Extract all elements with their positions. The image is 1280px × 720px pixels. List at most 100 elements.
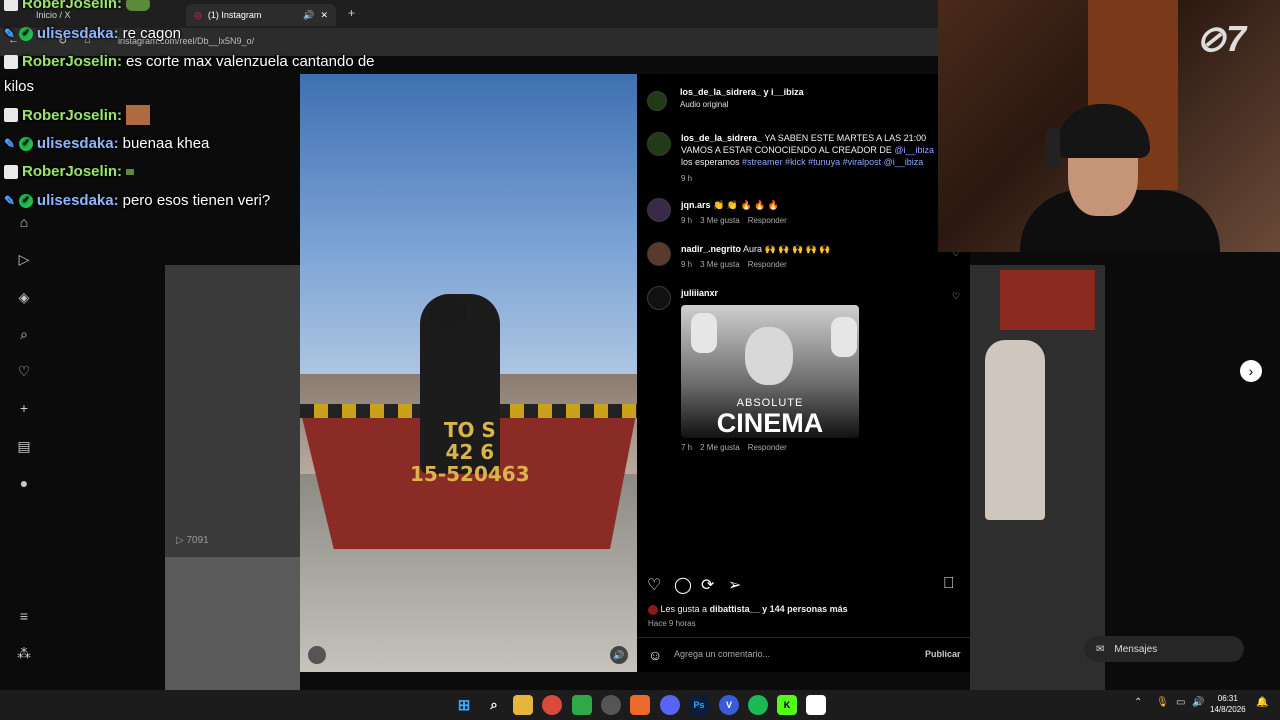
messages-icon: ✉ xyxy=(1096,643,1105,655)
bookmark-icon[interactable]: ⎕ xyxy=(944,575,954,593)
microphone-icon[interactable]: 🎙 xyxy=(1156,697,1169,708)
meme-text-line2: CINEMA xyxy=(716,408,824,438)
comment-avatar[interactable] xyxy=(647,198,671,222)
chat-message: RoberJoselin: es corte max valenzuela can… xyxy=(4,53,375,70)
likes-count[interactable]: y 144 personas más xyxy=(762,604,848,614)
comment-like-icon[interactable]: ♡ xyxy=(952,291,960,302)
home-icon[interactable]: ⌂ xyxy=(14,212,34,232)
vpn-icon[interactable]: V xyxy=(719,695,739,715)
reply-button[interactable]: Responder xyxy=(748,260,787,269)
emoji-icon[interactable]: ☺ xyxy=(648,647,662,663)
next-reel-button[interactable]: › xyxy=(1240,360,1262,382)
chrome-icon[interactable] xyxy=(542,695,562,715)
mod-badge-icon xyxy=(4,54,18,69)
caption-mention[interactable]: @i__ibiza xyxy=(894,145,934,155)
capcut-icon[interactable] xyxy=(806,695,826,715)
dumpster-text-line: 42 6 xyxy=(445,440,495,464)
chat-message: RoberJoselin: xyxy=(4,163,135,180)
comment-avatar[interactable] xyxy=(647,286,671,310)
clock-date: 14/8/2026 xyxy=(1210,705,1246,714)
emote-icon xyxy=(126,168,135,175)
publish-button[interactable]: Publicar xyxy=(925,649,961,659)
tab-audio-icon[interactable]: 🔊 xyxy=(303,10,314,21)
reels-icon[interactable]: ▷ xyxy=(14,249,34,269)
new-tab-button[interactable]: + xyxy=(348,6,355,20)
comment-avatar[interactable] xyxy=(647,242,671,266)
dumpster-text: TO S 42 6 15-520463 xyxy=(410,419,530,485)
liker-avatar xyxy=(648,604,658,615)
meme-hand xyxy=(831,317,857,357)
tray-chevron-icon[interactable]: ⌃ xyxy=(1134,697,1142,708)
mod-badge-icon xyxy=(4,0,18,11)
file-explorer-icon[interactable] xyxy=(513,695,533,715)
brave-icon[interactable] xyxy=(630,695,650,715)
menu-icon[interactable]: ≡ xyxy=(14,606,34,626)
chat-username: RoberJoselin: xyxy=(22,106,123,124)
post-author[interactable]: los_de_la_sidrera_ y i__ibiza xyxy=(680,87,804,97)
search-icon[interactable]: ⌕ xyxy=(14,324,34,344)
photoshop-icon[interactable]: Ps xyxy=(689,695,709,715)
chat-username: RoberJoselin: xyxy=(22,163,123,180)
comment-likes[interactable]: 3 Me gusta xyxy=(700,260,740,269)
profile-icon[interactable]: ● xyxy=(14,473,34,493)
play-icon: ▷ xyxy=(176,535,187,546)
caption-username[interactable]: los_de_la_sidrera_ xyxy=(681,133,762,143)
comment-icon[interactable]: ◯ xyxy=(674,575,692,595)
network-icon[interactable]: ▭ xyxy=(1176,697,1185,708)
comment-body: nadir_.negrito Aura 🙌 🙌 🙌 🙌 🙌 xyxy=(681,243,831,255)
heart-icon[interactable]: ♡ xyxy=(14,361,34,381)
kick-icon[interactable]: K xyxy=(777,695,797,715)
divider xyxy=(637,637,970,638)
share-icon[interactable]: ➢ xyxy=(728,575,741,595)
mod-badge-icon xyxy=(4,108,18,122)
feed-tile-left-2[interactable] xyxy=(165,557,300,690)
audio-label[interactable]: Audio original xyxy=(680,100,728,109)
verified-badge-icon: ✓ xyxy=(18,193,33,208)
create-icon[interactable]: + xyxy=(14,398,34,418)
chat-username: RoberJoselin: xyxy=(22,53,123,70)
comment-username[interactable]: juliiianxr xyxy=(681,288,718,298)
messages-button[interactable]: ✉ Mensajes xyxy=(1084,636,1244,662)
like-heart-icon[interactable]: ♡ xyxy=(647,575,661,595)
chat-message: RoberJoselin: xyxy=(4,105,151,125)
comment-likes[interactable]: 2 Me gusta xyxy=(700,443,740,452)
volume-icon[interactable]: 🔊 xyxy=(610,646,628,664)
discord-icon[interactable] xyxy=(660,695,680,715)
windows-start-icon[interactable]: ⊞ xyxy=(454,695,474,715)
view-count: ▷ 7091 xyxy=(176,535,209,546)
comment-gif[interactable]: ABSOLUTE CINEMA xyxy=(681,305,859,438)
comment-input[interactable]: Agrega un comentario... xyxy=(674,649,770,659)
comment-username[interactable]: nadir_.negrito xyxy=(681,244,741,254)
reply-button[interactable]: Responder xyxy=(748,443,787,452)
obs-icon[interactable] xyxy=(601,695,621,715)
comment-body: jqn.ars 👏 👏 🔥 🔥 🔥 xyxy=(681,199,779,211)
reply-button[interactable]: Responder xyxy=(748,216,787,225)
poster-image xyxy=(1000,270,1095,330)
apps-icon[interactable]: ⁂ xyxy=(14,643,34,663)
likes-user[interactable]: dibattista__ xyxy=(710,604,760,614)
author-avatar[interactable] xyxy=(647,91,667,111)
spotify-icon[interactable] xyxy=(748,695,768,715)
stats-icon[interactable]: ▤ xyxy=(14,436,34,456)
caption-hashtags[interactable]: #streamer #kick #tunuya #viralpost @i__i… xyxy=(742,157,923,167)
tab-instagram[interactable]: ◎ (1) Instagram 🔊 ✕ xyxy=(186,4,336,26)
notification-bell-icon[interactable]: 🔔 xyxy=(1256,697,1268,708)
minecraft-icon[interactable] xyxy=(572,695,592,715)
likes-summary[interactable]: Les gusta a dibattista__ y 144 personas … xyxy=(648,603,848,615)
explore-icon[interactable]: ◈ xyxy=(14,287,34,307)
reel-video[interactable]: TO S 42 6 15-520463 🔊 xyxy=(300,74,637,672)
comment-likes[interactable]: 3 Me gusta xyxy=(700,216,740,225)
system-clock[interactable]: 06:31 14/8/2026 xyxy=(1210,693,1246,715)
meme-hand xyxy=(691,313,717,353)
volume-tray-icon[interactable]: 🔊 xyxy=(1192,697,1204,708)
tab-close-icon[interactable]: ✕ xyxy=(320,10,328,21)
tagged-user-icon[interactable] xyxy=(308,646,326,664)
comment-username[interactable]: jqn.ars xyxy=(681,200,711,210)
search-taskbar-icon[interactable]: ⌕ xyxy=(484,695,504,715)
chat-text: pero esos tienen veri? xyxy=(122,192,271,209)
caption-avatar[interactable] xyxy=(647,132,671,156)
chat-text: re cagon xyxy=(122,25,181,42)
repost-icon[interactable]: ⟳ xyxy=(701,575,714,595)
person-image xyxy=(985,340,1045,520)
caption-time: 9 h xyxy=(681,174,693,183)
